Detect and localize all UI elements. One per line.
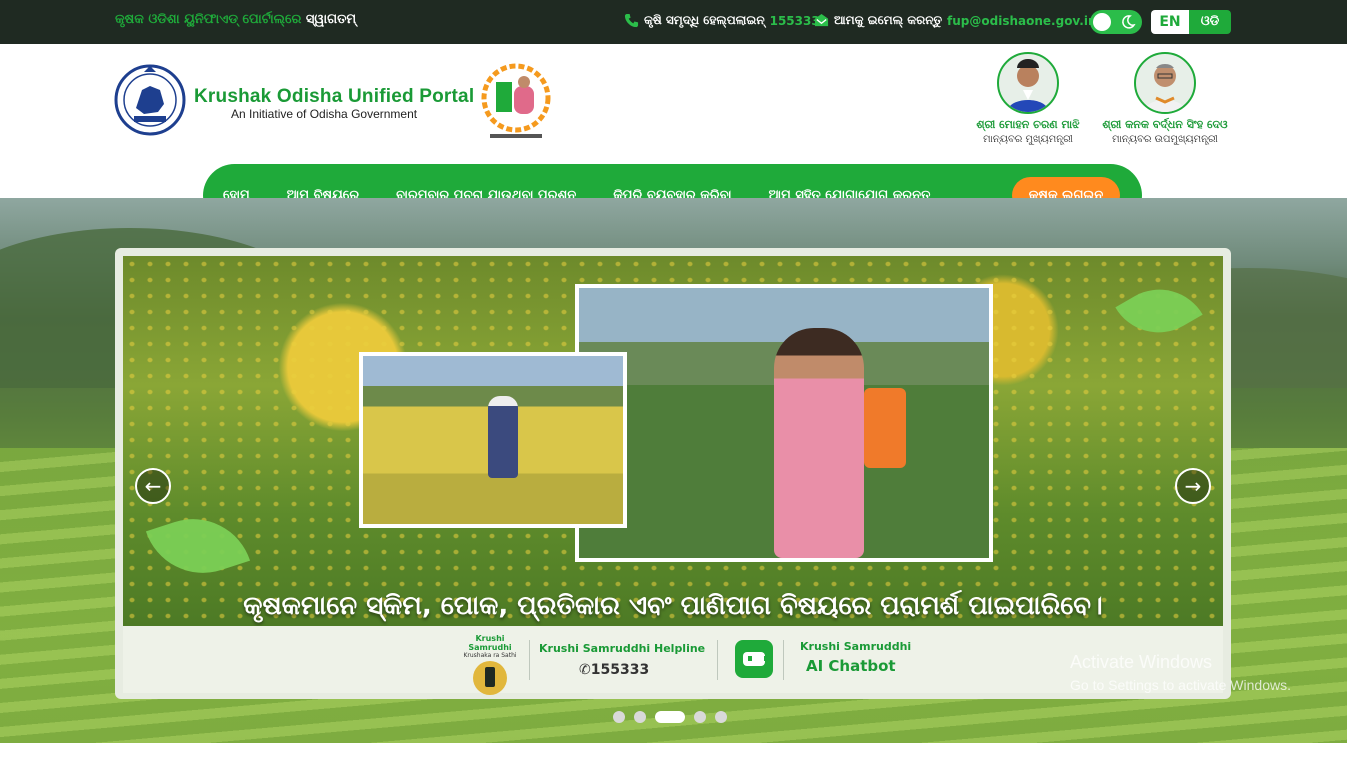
farmer-figure — [774, 328, 864, 558]
farmer-figure — [488, 396, 518, 478]
chatbot-icon[interactable] — [735, 640, 773, 678]
krushak-odisha-logo — [481, 63, 551, 138]
divider — [783, 640, 784, 680]
leader-photo — [997, 52, 1059, 114]
mustard-field-photo — [359, 352, 627, 528]
watermark-line2: Go to Settings to activate Windows. — [1070, 677, 1291, 693]
helpline-phone-number: 155333 — [590, 662, 650, 678]
activate-windows-watermark: Activate Windows Go to Settings to activ… — [1070, 652, 1291, 693]
welcome-prefix: କୃଷକ ଓଡିଶା ୟୁନିଫାଏଡ୍ ପୋର୍ଟାଲ୍‌ରେ — [115, 12, 306, 27]
leader-photo — [1134, 52, 1196, 114]
language-switch: EN ଓଡି — [1151, 10, 1231, 34]
watermark-line1: Activate Windows — [1070, 652, 1213, 672]
odisha-emblem-logo[interactable] — [114, 60, 186, 142]
welcome-highlight: ସ୍ୱାଗତମ୍ — [305, 12, 357, 27]
slider-dot[interactable] — [613, 711, 625, 723]
chatbot-title: Krushi Samruddhi — [800, 640, 912, 653]
slider-prev-arrow-icon[interactable]: ← — [135, 468, 171, 504]
portal-title: Krushak Odisha Unified Portal — [194, 86, 475, 107]
slide-caption: କୃଷକମାନେ ସ୍କିମ, ପୋକ, ପ୍ରତିକାର ଏବଂ ପାଣିପା… — [243, 591, 1103, 621]
helpline-title: Krushi Samruddhi Helpline — [539, 642, 706, 655]
phone-icon — [624, 13, 639, 28]
toggle-knob — [1093, 13, 1111, 31]
helpline-number: 155333 — [769, 13, 820, 28]
ks-logo-title: Krushi Samrudhi — [468, 634, 512, 652]
slider-next-arrow-icon[interactable]: → — [1175, 468, 1211, 504]
leader-designation: ମାନ୍ୟବର ଉପମୁଖ୍ୟମନ୍ତ୍ରୀ — [1112, 134, 1218, 145]
chatbot-subtitle[interactable]: AI Chatbot — [806, 657, 896, 675]
leader-name: ଶ୍ରୀ କନକ ବର୍ଦ୍ଧନ ସିଂହ ଦେଓ — [1102, 118, 1228, 131]
email-link[interactable]: ଆମକୁ ଇମେଲ୍ କରନ୍ତୁ fup@odishaone.gov.in — [814, 13, 1097, 28]
slider-dot[interactable] — [634, 711, 646, 723]
krushi-samrudhi-logo: Krushi Samrudhi Krushaka ra Sathi — [453, 634, 527, 695]
lang-odia-button[interactable]: ଓଡି — [1189, 10, 1231, 34]
slide-banner: କୃଷକମାନେ ସ୍କିମ, ପୋକ, ପ୍ରତିକାର ଏବଂ ପାଣିପା… — [123, 256, 1223, 626]
leader-designation: ମାନ୍ୟବର ମୁଖ୍ୟମନ୍ତ୍ରୀ — [983, 134, 1073, 145]
hero-slide: କୃଷକମାନେ ସ୍କିମ, ପୋକ, ପ୍ରତିକାର ଏବଂ ପାଣିପା… — [115, 248, 1231, 699]
helpline-link[interactable]: କୃଷି ସମୃଦ୍ଧି ହେଲ୍ପଲାଇନ୍ 155333 — [624, 13, 820, 28]
mail-icon — [814, 13, 829, 27]
top-bar: କୃଷକ ଓଡିଶା ୟୁନିଫାଏଡ୍ ପୋର୍ଟାଲ୍‌ରେ ସ୍ୱାଗତମ… — [0, 0, 1347, 44]
moon-icon — [1122, 15, 1136, 29]
helpline-phone[interactable]: ✆155333 — [579, 662, 649, 678]
leader-name: ଶ୍ରୀ ମୋହନ ଚରଣ ମାଝି — [976, 118, 1080, 131]
lang-en-button[interactable]: EN — [1151, 10, 1189, 34]
slider-dot-active[interactable] — [655, 711, 685, 723]
email-label: ଆମକୁ ଇମେଲ୍ କରନ୍ତୁ — [834, 13, 943, 27]
leader-chief-minister: ଶ୍ରୀ ମୋହନ ଚରଣ ମାଝି ମାନ୍ୟବର ମୁଖ୍ୟମନ୍ତ୍ରୀ — [970, 52, 1086, 145]
ks-logo-subtitle: Krushaka ra Sathi — [463, 652, 517, 659]
email-address: fup@odishaone.gov.in — [947, 13, 1097, 28]
slider-dot[interactable] — [715, 711, 727, 723]
divider — [529, 640, 530, 680]
slide-footer-strip: Krushi Samrudhi Krushaka ra Sathi Krushi… — [123, 626, 1223, 695]
divider — [717, 640, 718, 680]
phone-icon: ✆ — [579, 662, 591, 678]
sprayer-tank — [864, 388, 906, 468]
farmer-spraying-photo — [575, 284, 993, 562]
helpline-label: କୃଷି ସମୃଦ୍ଧି ହେଲ୍ପଲାଇନ୍ — [644, 13, 765, 27]
slider-pagination — [613, 711, 727, 723]
welcome-text: କୃଷକ ଓଡିଶା ୟୁନିଫାଏଡ୍ ପୋର୍ଟାଲ୍‌ରେ ସ୍ୱାଗତମ… — [115, 12, 356, 27]
portal-subtitle: An Initiative of Odisha Government — [231, 107, 418, 121]
phone-badge-icon — [473, 661, 507, 695]
theme-toggle[interactable] — [1090, 10, 1142, 34]
slider-dot[interactable] — [694, 711, 706, 723]
leader-deputy-chief-minister: ଶ୍ରୀ କନକ ବର୍ଦ୍ଧନ ସିଂହ ଦେଓ ମାନ୍ୟବର ଉପମୁଖ୍… — [1098, 52, 1232, 145]
